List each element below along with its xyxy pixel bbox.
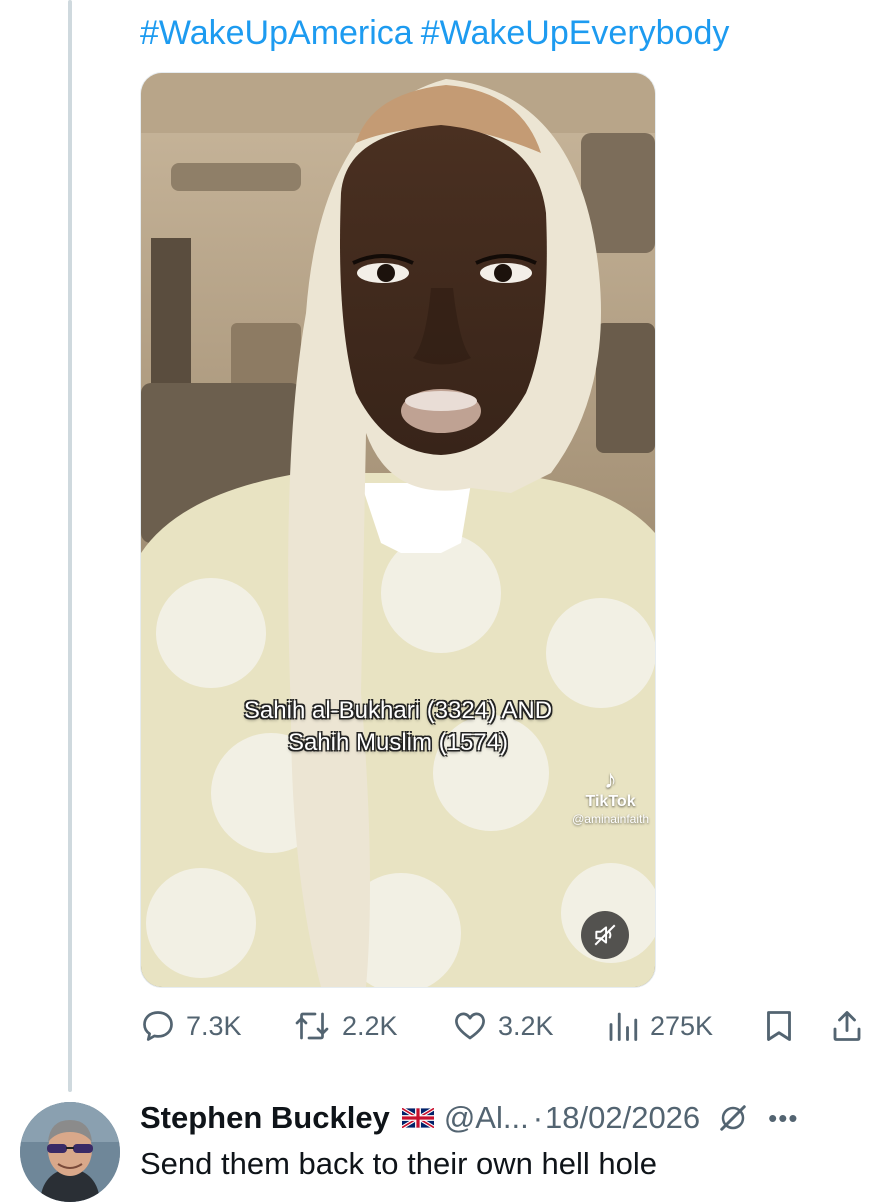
bookmark-icon: [767, 1011, 791, 1041]
avatar-photo: [20, 1102, 120, 1202]
video-frame: [141, 73, 655, 987]
caption-line: Sahih al-Bukhari (3324) AND: [243, 697, 553, 724]
tweet-video[interactable]: Sahih al-Bukhari (3324) AND Sahih Muslim…: [140, 72, 656, 988]
thread-line: [68, 0, 72, 1092]
reply-date[interactable]: 18/02/2026: [545, 1096, 700, 1140]
views-count: 275K: [650, 1010, 714, 1041]
speaker-muted-icon: [594, 924, 616, 946]
share-icon: [833, 1011, 861, 1041]
reply-button[interactable]: 7.3K: [140, 1000, 242, 1052]
repost-count: 2.2K: [342, 1010, 398, 1041]
tiktok-brand: TikTok: [585, 793, 636, 810]
tweet-hashtags: #WakeUpAmerica #WakeUpEverybody: [140, 12, 737, 54]
reply-count: 7.3K: [186, 1010, 242, 1041]
grok-icon[interactable]: [718, 1103, 748, 1133]
views-button[interactable]: 275K: [606, 1000, 713, 1052]
repost-icon: [295, 1012, 329, 1040]
mute-button[interactable]: [581, 911, 629, 959]
more-options-icon[interactable]: •••: [768, 1096, 798, 1140]
bookmark-button[interactable]: [762, 1000, 796, 1052]
reply-header: Stephen Buckley @Al... · 18/02/2026 •••: [140, 1096, 798, 1140]
views-icon: [609, 1012, 638, 1041]
uk-flag-icon: [401, 1108, 434, 1128]
hashtag-link[interactable]: #WakeUpAmerica: [140, 14, 413, 52]
author-handle[interactable]: @Al...: [444, 1096, 529, 1140]
heart-icon: [455, 1012, 485, 1040]
author-name[interactable]: Stephen Buckley: [140, 1096, 390, 1140]
avatar[interactable]: [20, 1102, 120, 1202]
hashtag-link[interactable]: #WakeUpEverybody: [421, 14, 730, 52]
like-button[interactable]: 3.2K: [452, 1000, 554, 1052]
repost-button[interactable]: 2.2K: [292, 1000, 398, 1052]
reply-icon: [143, 1011, 173, 1041]
tweet-actions: 7.3K 2.2K 3.2K 275K: [140, 1000, 880, 1052]
share-button[interactable]: [830, 1000, 864, 1052]
meta-separator: ·: [532, 1100, 544, 1135]
caption-line: Sahih Muslim (1574): [287, 729, 509, 756]
tiktok-handle: @aminainfaith: [572, 812, 649, 826]
like-count: 3.2K: [498, 1010, 554, 1041]
video-caption: Sahih al-Bukhari (3324) AND Sahih Muslim…: [141, 695, 655, 759]
tiktok-note-icon: ♪: [604, 764, 618, 794]
reply-tweet[interactable]: Stephen Buckley @Al... · 18/02/2026 ••• …: [0, 1092, 895, 1202]
tiktok-watermark: ♪ TikTok @aminainfaith: [572, 765, 649, 827]
reply-text: Send them back to their own hell hole: [140, 1146, 657, 1181]
